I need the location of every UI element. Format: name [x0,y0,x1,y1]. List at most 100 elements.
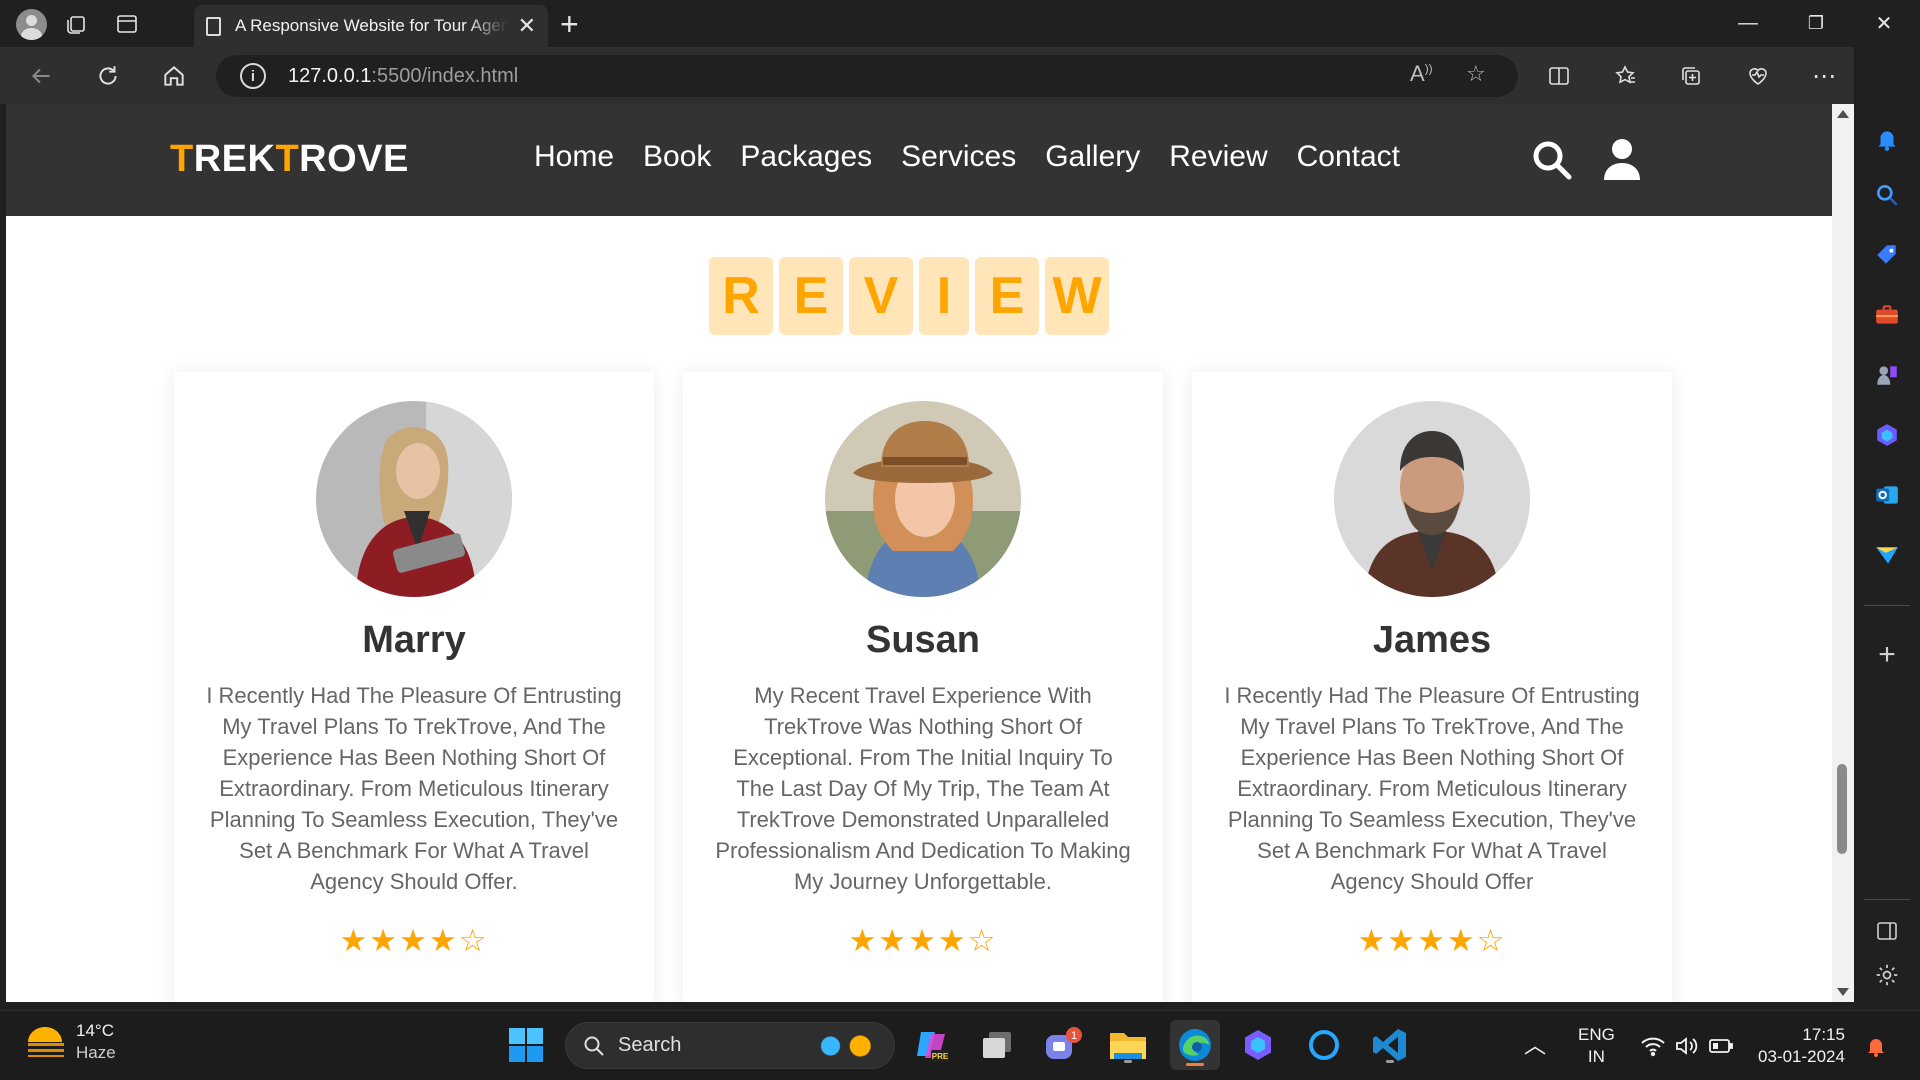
read-aloud-icon[interactable]: A)) [1410,61,1433,87]
sidebar-divider [1864,899,1910,900]
add-sidebar-app-icon[interactable]: + [1871,638,1903,671]
clock-time: 17:15 [1802,1025,1845,1044]
close-window-button[interactable]: ✕ [1850,0,1918,47]
start-windows-icon[interactable] [504,1023,548,1067]
cortana-ring-icon[interactable] [1302,1023,1346,1067]
copilot-taskbar-icon[interactable] [1236,1023,1280,1067]
language-indicator[interactable]: ENG IN [1578,1011,1615,1080]
clock-date: 03-01-2024 [1758,1047,1845,1066]
shopping-tag-icon[interactable] [1871,239,1903,271]
browser-essentials-icon[interactable] [1741,59,1775,93]
logo-part-rek: REK [193,138,276,180]
address-bar[interactable]: i 127.0.0.1:5500/index.html A)) ☆ [216,55,1518,97]
weather-desc: Haze [76,1043,116,1062]
review-card-james: James I Recently Had The Pleasure Of Ent… [1192,372,1672,1002]
logo-part-rove: ROVE [299,138,409,180]
close-tab-icon[interactable]: ✕ [518,13,536,39]
lang-code: ENG [1578,1025,1615,1044]
page-favicon-icon [206,16,221,36]
edge-taskbar-icon[interactable] [1170,1020,1220,1070]
back-arrow-icon[interactable] [24,59,58,93]
profile-avatar[interactable] [15,8,47,40]
workspaces-icon[interactable] [60,8,92,40]
url-host: 127.0.0.1 [288,64,372,87]
more-options-icon[interactable]: ⋯ [1807,59,1841,93]
system-tray-icons[interactable] [1640,1011,1734,1080]
url-path: :5500/index.html [371,64,519,87]
nav-review[interactable]: Review [1169,140,1267,174]
active-indicator [1186,1063,1204,1066]
reviewer-name: Susan [865,619,981,661]
scroll-down-icon[interactable] [1837,988,1849,996]
reviewer-name: James [1372,619,1492,661]
games-icon[interactable] [1871,359,1903,391]
nav-gallery[interactable]: Gallery [1045,140,1140,174]
vertical-tabs-icon[interactable] [111,8,143,40]
favorite-star-icon[interactable]: ☆ [1466,61,1486,87]
split-screen-icon[interactable] [1542,59,1576,93]
active-tab[interactable]: A Responsive Website for Tour Agency ✕ [194,5,548,47]
web-page: TREKTROVE Home Book Packages Services Ga… [6,104,1832,1002]
review-card-susan: Susan My Recent Travel Experience With T… [683,372,1163,1002]
outlook-icon[interactable] [1871,479,1903,511]
windows-taskbar: 14°C Haze Search PRE 1 ︿ ENG IN 17:15 03… [0,1010,1920,1080]
nav-home[interactable]: Home [534,140,614,174]
search-icon[interactable] [1530,138,1574,182]
search-icon [584,1036,604,1056]
teams-chat-icon[interactable]: 1 [1040,1023,1084,1067]
hide-sidebar-icon[interactable] [1871,915,1903,947]
logo-letter-t2: T [275,138,300,180]
task-view-icon[interactable] [975,1023,1019,1067]
review-card-marry: Marry I Recently Had The Pleasure Of Ent… [174,372,654,1002]
star-rating: ★★★★☆ [1357,923,1507,958]
page-scrollbar[interactable] [1832,104,1854,1002]
vscode-icon[interactable] [1368,1023,1412,1067]
minimize-button[interactable]: — [1714,0,1782,47]
sidebar-search-icon[interactable] [1871,179,1903,211]
home-icon[interactable] [157,59,191,93]
nav-services[interactable]: Services [901,140,1016,174]
url-text[interactable]: 127.0.0.1:5500/index.html [288,65,518,88]
tools-briefcase-icon[interactable] [1871,299,1903,331]
new-tab-button[interactable]: + [560,6,579,43]
nav-book[interactable]: Book [643,140,711,174]
heading-letter: E [779,257,843,335]
show-hidden-icons-chevron-icon[interactable]: ︿ [1524,1011,1546,1080]
copilot-pre-icon[interactable]: PRE [910,1023,954,1067]
nav-packages[interactable]: Packages [740,140,872,174]
notifications-bell-icon[interactable] [1871,123,1903,155]
file-explorer-icon[interactable] [1106,1023,1150,1067]
sidebar-settings-gear-icon[interactable] [1871,959,1903,991]
search-label: Search [618,1034,682,1056]
collections-icon[interactable] [1674,59,1708,93]
user-icon[interactable] [1602,138,1646,182]
weather-temp: 14°C [76,1021,114,1040]
favorites-icon[interactable] [1609,59,1643,93]
star-rating: ★★★★☆ [848,923,998,958]
site-info-icon[interactable]: i [240,63,266,89]
battery-icon [1709,1039,1733,1053]
scrollbar-thumb[interactable] [1837,764,1847,854]
refresh-icon[interactable] [91,59,125,93]
nav-contact[interactable]: Contact [1297,140,1400,174]
sidebar-divider [1864,605,1910,606]
reviewer-photo [825,401,1021,597]
scroll-up-icon[interactable] [1837,110,1849,118]
clock[interactable]: 17:15 03-01-2024 [1758,1011,1845,1080]
review-text: My Recent Travel Experience With TrekTro… [715,683,1131,894]
site-logo[interactable]: TREKTROVE [170,138,409,181]
review-text: I Recently Had The Pleasure Of Entrustin… [206,683,622,894]
running-indicator [1124,1060,1132,1063]
taskbar-search[interactable]: Search [565,1022,895,1069]
send-drop-icon[interactable] [1871,539,1903,571]
svg-text:PRE: PRE [932,1052,949,1061]
search-highlight-art-icon [814,1031,880,1060]
notification-bell-icon[interactable] [1864,1011,1888,1080]
browser-tab-bar: A Responsive Website for Tour Agency ✕ +… [0,0,1920,47]
heading-letter: R [709,257,773,335]
weather-widget[interactable]: 14°C Haze [28,1021,116,1063]
restore-button[interactable]: ❐ [1782,0,1850,47]
logo-letter-t: T [170,138,194,180]
heading-letter: E [975,257,1039,335]
copilot-sidebar-icon[interactable] [1871,419,1903,451]
